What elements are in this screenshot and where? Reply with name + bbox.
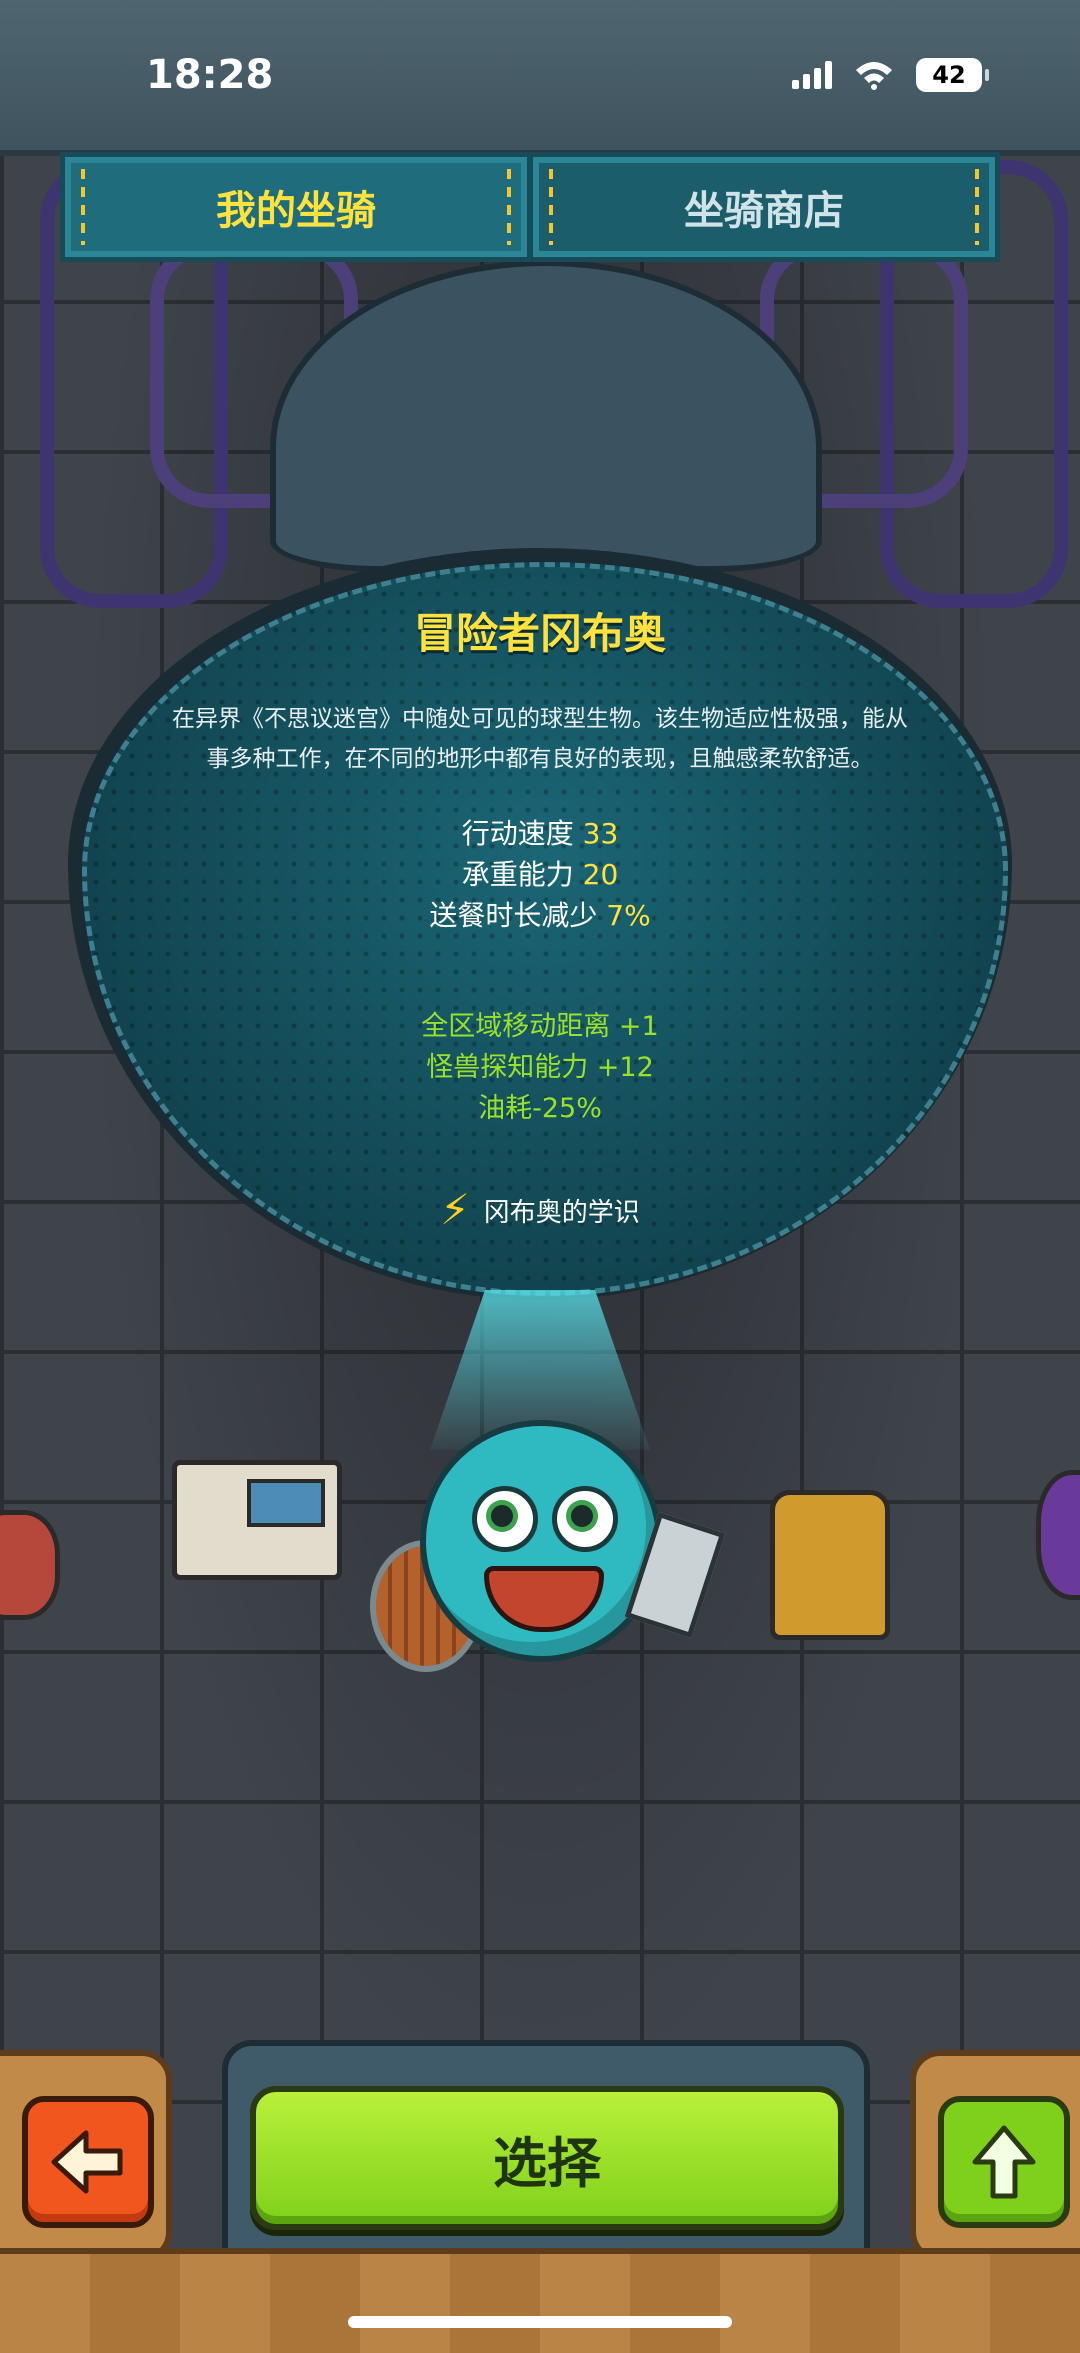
mount-robot[interactable] xyxy=(172,1460,342,1580)
mount-name: 冒险者冈布奥 xyxy=(413,609,666,658)
lore-link-label: 冈布奥的学识 xyxy=(483,1197,640,1228)
stat-delivery-time: 送餐时长减少 7% xyxy=(130,895,950,936)
bonus-fuel: 油耗-25% xyxy=(478,1093,602,1124)
stat-speed: 行动速度 33 xyxy=(130,813,950,854)
mount-partial-left[interactable] xyxy=(0,1510,60,1620)
stat-value: 7% xyxy=(606,899,651,932)
status-time: 18:28 xyxy=(146,52,274,98)
up-button[interactable] xyxy=(938,2096,1070,2228)
mount-info: 冒险者冈布奥 在异界《不思议迷宫》中随处可见的球型生物。该生物适应性极强，能从事… xyxy=(130,600,950,1231)
arrow-up-icon xyxy=(972,2125,1036,2199)
status-icons: 42 xyxy=(792,58,989,92)
lightning-icon: ⚡ xyxy=(440,1185,470,1234)
stat-label: 行动速度 xyxy=(461,817,574,850)
status-bar: 18:28 42 xyxy=(0,0,1080,156)
back-button[interactable] xyxy=(22,2096,154,2228)
stat-label: 送餐时长减少 xyxy=(429,899,598,932)
stat-value: 20 xyxy=(582,858,619,891)
lore-link[interactable]: ⚡ 冈布奥的学识 xyxy=(440,1189,640,1231)
eye-icon xyxy=(472,1486,538,1552)
battery-icon: 42 xyxy=(916,58,989,92)
arrow-left-icon xyxy=(51,2130,123,2194)
stat-capacity: 承重能力 20 xyxy=(130,854,950,895)
mount-reindeer[interactable] xyxy=(770,1490,890,1640)
home-indicator[interactable] xyxy=(348,2316,732,2328)
bonus-monster-detect: 怪兽探知能力 +12 xyxy=(426,1052,654,1083)
tab-mount-shop[interactable]: 坐骑商店 xyxy=(528,152,1000,262)
select-button[interactable]: 选择 xyxy=(250,2086,844,2230)
tab-label: 我的坐骑 xyxy=(216,188,376,234)
wifi-icon xyxy=(854,60,894,90)
mount-bonuses: 全区域移动距离 +1 怪兽探知能力 +12 油耗-25% xyxy=(130,1006,950,1129)
tab-label: 坐骑商店 xyxy=(684,188,844,234)
bonus-move-distance: 全区域移动距离 +1 xyxy=(421,1011,659,1042)
mount-description: 在异界《不思议迷宫》中随处可见的球型生物。该生物适应性极强，能从事多种工作，在不… xyxy=(172,706,908,772)
wooden-floor xyxy=(0,2248,1080,2353)
signal-icon xyxy=(792,61,832,89)
mount-stats: 行动速度 33 承重能力 20 送餐时长减少 7% xyxy=(130,813,950,936)
mount-gumball[interactable] xyxy=(420,1420,662,1662)
eye-icon xyxy=(552,1486,618,1552)
stat-value: 33 xyxy=(582,817,619,850)
stat-label: 承重能力 xyxy=(461,858,574,891)
tab-my-mounts[interactable]: 我的坐骑 xyxy=(60,152,532,262)
mouth-icon xyxy=(484,1566,604,1632)
